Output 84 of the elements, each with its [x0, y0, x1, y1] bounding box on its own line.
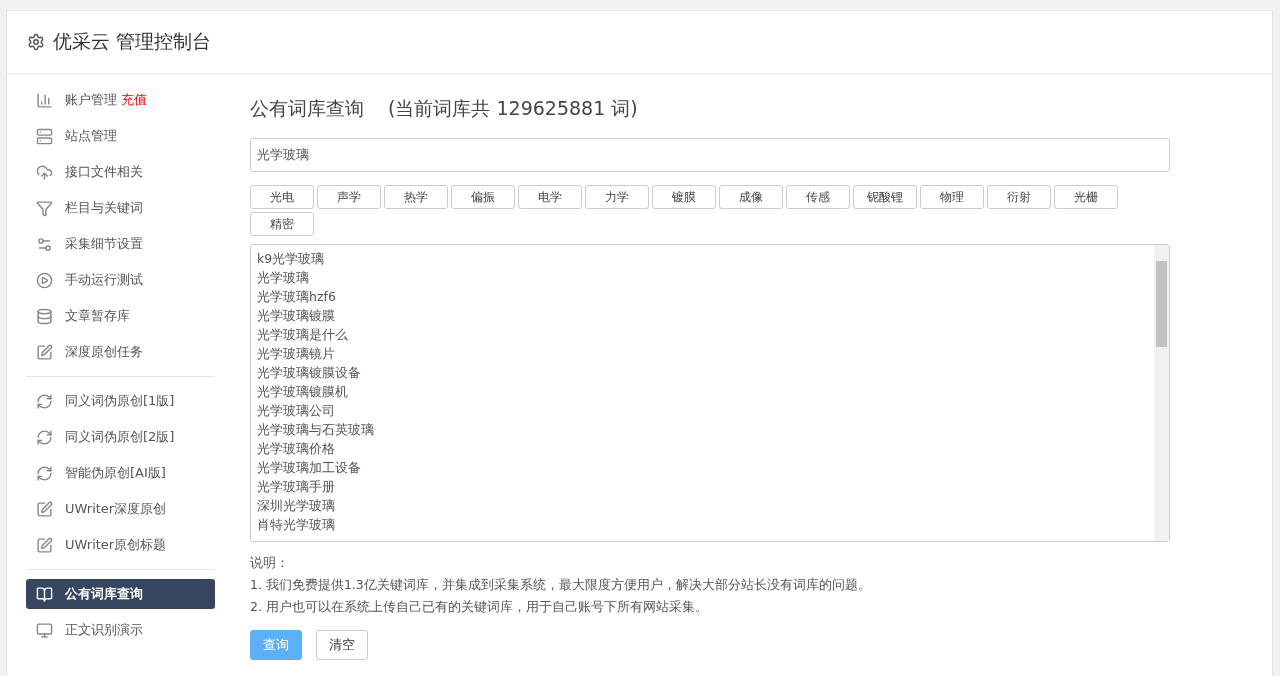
note-line: 1. 我们免费提供1.3亿关键词库，并集成到采集系统，最大限度方便用户，解决大部分站长没有词库的问题。 — [250, 576, 872, 594]
keyword-tag[interactable]: 电学 — [518, 185, 582, 209]
sidebar-item[interactable]: 智能伪原创[AI版] — [26, 458, 215, 488]
sidebar-item-label: 智能伪原创[AI版] — [65, 464, 166, 482]
keyword-tag[interactable]: 镀膜 — [652, 185, 716, 209]
console-title: 优采云 管理控制台 — [53, 29, 212, 54]
sidebar-item-label: 接口文件相关 — [65, 163, 143, 181]
keyword-tag[interactable]: 铌酸锂 — [853, 185, 917, 209]
sidebar-item[interactable]: 栏目与关键词 — [26, 193, 215, 223]
sidebar-item-label: 栏目与关键词 — [65, 199, 143, 217]
book-icon — [36, 585, 53, 603]
sidebar-item-label: 公有词库查询 — [65, 585, 143, 603]
keyword-tag[interactable]: 偏振 — [451, 185, 515, 209]
keyword-tag[interactable]: 光栅 — [1054, 185, 1118, 209]
sidebar-item[interactable]: UWriter深度原创 — [26, 494, 215, 524]
result-line: 光学玻璃镜片 — [257, 345, 336, 363]
refresh-icon — [36, 392, 53, 410]
bar-chart-icon — [36, 91, 53, 109]
recharge-link[interactable]: 充值 — [121, 92, 148, 107]
result-line: 深圳光学玻璃 — [257, 497, 336, 515]
keyword-tag[interactable]: 力学 — [585, 185, 649, 209]
sidebar-item[interactable]: 同义词伪原创[1版] — [26, 386, 215, 416]
sidebar-item[interactable]: 文章暂存库 — [26, 301, 215, 331]
filter-icon — [36, 199, 53, 217]
sidebar-item[interactable]: 账户管理 充值 — [26, 85, 215, 115]
keyword-tag[interactable]: 成像 — [719, 185, 783, 209]
sidebar-item-label: UWriter深度原创 — [65, 500, 167, 518]
clear-button[interactable]: 清空 — [316, 630, 368, 660]
result-line: k9光学玻璃 — [257, 250, 326, 268]
play-icon — [36, 271, 53, 289]
edit-icon — [36, 343, 53, 361]
result-line: 光学玻璃是什么 — [257, 326, 349, 344]
keyword-tag[interactable]: 声学 — [317, 185, 381, 209]
note-line: 2. 用户也可以在系统上传自己已有的关键词库，用于自己账号下所有网站采集。 — [250, 598, 709, 616]
result-line: 光学玻璃镀膜设备 — [257, 364, 362, 382]
sidebar-item[interactable]: 正文识别演示 — [26, 615, 215, 645]
keyword-tag[interactable]: 衍射 — [987, 185, 1051, 209]
sidebar-item-label: 同义词伪原创[1版] — [65, 392, 175, 410]
result-line: 光学玻璃镀膜机 — [257, 383, 349, 401]
sidebar-item[interactable]: 采集细节设置 — [26, 229, 215, 259]
edit-icon — [36, 500, 53, 518]
sidebar-item[interactable]: 同义词伪原创[2版] — [26, 422, 215, 452]
result-line: 光学玻璃手册 — [257, 478, 336, 496]
result-line: 光学玻璃与石英玻璃 — [257, 421, 375, 439]
result-line: 光学玻璃 — [257, 269, 310, 287]
refresh-icon — [36, 428, 53, 446]
result-line: 光学玻璃加工设备 — [257, 459, 362, 477]
sidebar-item[interactable]: 站点管理 — [26, 121, 215, 151]
monitor-icon — [36, 621, 53, 639]
sidebar-item[interactable]: 深度原创任务 — [26, 337, 215, 367]
result-line: 光学玻璃镀膜 — [257, 307, 336, 325]
edit-icon — [36, 536, 53, 554]
page-title: 公有词库查询 — [250, 96, 364, 121]
database-icon — [36, 307, 53, 325]
sidebar-item-label: UWriter原创标题 — [65, 536, 167, 554]
keyword-tag[interactable]: 物理 — [920, 185, 984, 209]
word-count: (当前词库共 129625881 词) — [388, 96, 638, 121]
sidebar-item[interactable]: 接口文件相关 — [26, 157, 215, 187]
server-icon — [36, 127, 53, 145]
notes-heading: 说明： — [250, 554, 290, 572]
sidebar-item-label: 手动运行测试 — [65, 271, 143, 289]
result-line: 光学玻璃hzf6 — [257, 288, 337, 306]
sidebar-item-label: 同义词伪原创[2版] — [65, 428, 175, 446]
cloud-upload-icon — [36, 163, 53, 181]
keyword-tag[interactable]: 精密 — [250, 212, 314, 236]
sidebar-item-label: 深度原创任务 — [65, 343, 143, 361]
sidebar-item[interactable]: 公有词库查询 — [26, 579, 215, 609]
refresh-icon — [36, 464, 53, 482]
results-box[interactable]: k9光学玻璃 光学玻璃 光学玻璃hzf6 光学玻璃镀膜 光学玻璃是什么 光学玻璃镜片 光学玻璃镀膜设备 光学玻璃镀膜机 光学玻璃公司 光学玻璃与石英玻璃 光学玻璃价格 光学玻璃加工设备 光学玻璃手册 深圳光学玻璃 肖特光学玻璃 — [250, 244, 1170, 542]
sidebar-item-label: 账户管理 充值 — [65, 91, 148, 109]
keyword-tag[interactable]: 光电 — [250, 185, 314, 209]
sidebar-item-label: 采集细节设置 — [65, 235, 143, 253]
keyword-tag[interactable]: 热学 — [384, 185, 448, 209]
sidebar-item[interactable]: 手动运行测试 — [26, 265, 215, 295]
sidebar-item-label: 站点管理 — [65, 127, 117, 145]
search-field[interactable]: 光学玻璃 — [250, 138, 1170, 172]
keyword-tag[interactable]: 传感 — [786, 185, 850, 209]
result-line: 光学玻璃价格 — [257, 440, 336, 458]
sidebar-item[interactable]: UWriter原创标题 — [26, 530, 215, 560]
sidebar-item-label: 正文识别演示 — [65, 621, 143, 639]
result-line: 光学玻璃公司 — [257, 402, 336, 420]
scrollbar[interactable] — [1154, 245, 1169, 541]
sidebar-item-label: 文章暂存库 — [65, 307, 130, 325]
result-line: 肖特光学玻璃 — [257, 516, 336, 534]
